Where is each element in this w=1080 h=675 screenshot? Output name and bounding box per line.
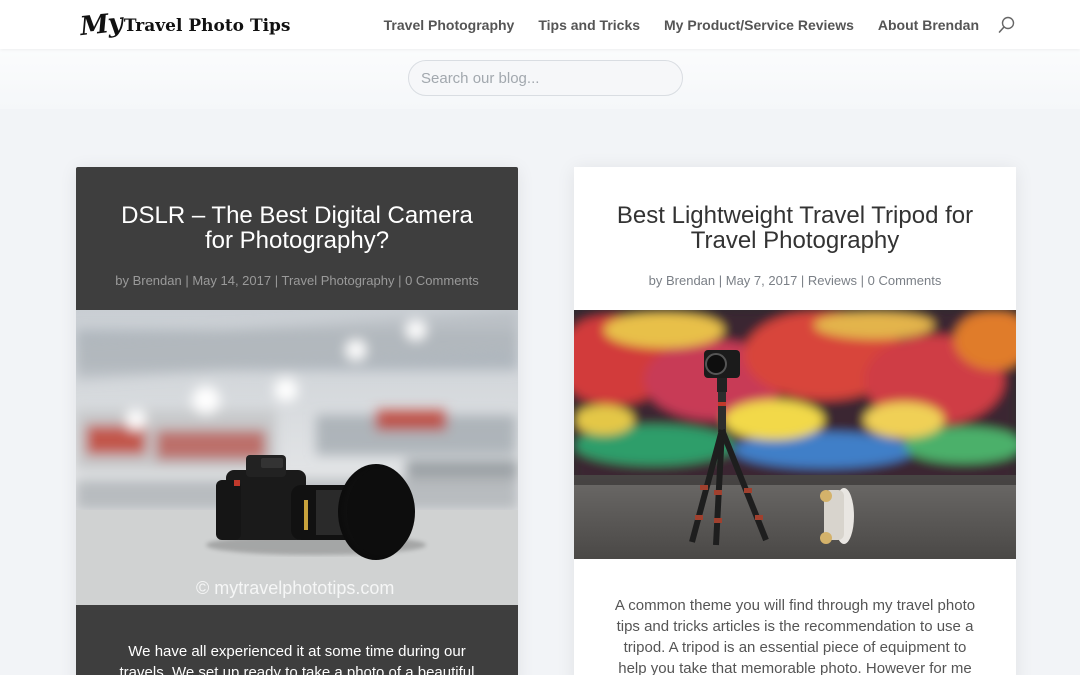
search-bar-section bbox=[0, 49, 1080, 109]
meta-date: May 14, 2017 bbox=[192, 273, 272, 288]
meta-separator: | bbox=[857, 273, 868, 288]
meta-author-link[interactable]: Brendan bbox=[666, 273, 715, 288]
meta-category-link[interactable]: Reviews bbox=[808, 273, 857, 288]
meta-author-link[interactable]: Brendan bbox=[133, 273, 182, 288]
search-input[interactable] bbox=[408, 60, 683, 96]
post-title[interactable]: DSLR – The Best Digital Camera for Photo… bbox=[106, 203, 488, 253]
meta-by: by bbox=[648, 273, 666, 288]
post-title[interactable]: Best Lightweight Travel Tripod for Trave… bbox=[604, 203, 986, 253]
logo-my: My bbox=[78, 7, 124, 43]
meta-date: May 7, 2017 bbox=[725, 273, 798, 288]
post-excerpt: A common theme you will find through my … bbox=[614, 597, 976, 675]
meta-category-link[interactable]: Travel Photography bbox=[281, 273, 394, 288]
post-image-tripod[interactable] bbox=[574, 310, 1016, 559]
nav-about-brendan[interactable]: About Brendan bbox=[878, 17, 979, 33]
meta-separator: | bbox=[394, 273, 406, 288]
tripod-photo bbox=[574, 310, 1016, 559]
nav-travel-photography[interactable]: Travel Photography bbox=[384, 17, 515, 33]
camera-photo: © mytravelphototips.com bbox=[76, 310, 518, 605]
post-excerpt: We have all experienced it at some time … bbox=[119, 643, 475, 675]
search-icon[interactable] bbox=[998, 16, 1016, 34]
post-image-camera[interactable]: © mytravelphototips.com bbox=[76, 310, 518, 605]
meta-separator: | bbox=[271, 273, 282, 288]
meta-comments-link[interactable]: 0 Comments bbox=[405, 273, 479, 288]
post-meta: by Brendan | May 14, 2017 | Travel Photo… bbox=[76, 273, 518, 288]
logo-text: Travel Photo Tips bbox=[123, 16, 291, 36]
nav-tips-and-tricks[interactable]: Tips and Tricks bbox=[538, 17, 640, 33]
site-header: My Travel Photo Tips Travel Photography … bbox=[0, 0, 1080, 49]
meta-comments-link[interactable]: 0 Comments bbox=[868, 273, 942, 288]
nav-product-reviews[interactable]: My Product/Service Reviews bbox=[664, 17, 854, 33]
post-meta: by Brendan | May 7, 2017 | Reviews | 0 C… bbox=[574, 273, 1016, 288]
meta-separator: | bbox=[715, 273, 726, 288]
image-watermark: © mytravelphototips.com bbox=[196, 578, 394, 598]
post-card-tripod: Best Lightweight Travel Tripod for Trave… bbox=[574, 167, 1016, 675]
meta-by: by bbox=[115, 273, 133, 288]
main-nav: Travel Photography Tips and Tricks My Pr… bbox=[360, 0, 979, 49]
meta-separator: | bbox=[797, 273, 808, 288]
meta-separator: | bbox=[181, 273, 193, 288]
site-logo[interactable]: My Travel Photo Tips bbox=[78, 7, 291, 43]
post-card-dslr: DSLR – The Best Digital Camera for Photo… bbox=[76, 167, 518, 675]
